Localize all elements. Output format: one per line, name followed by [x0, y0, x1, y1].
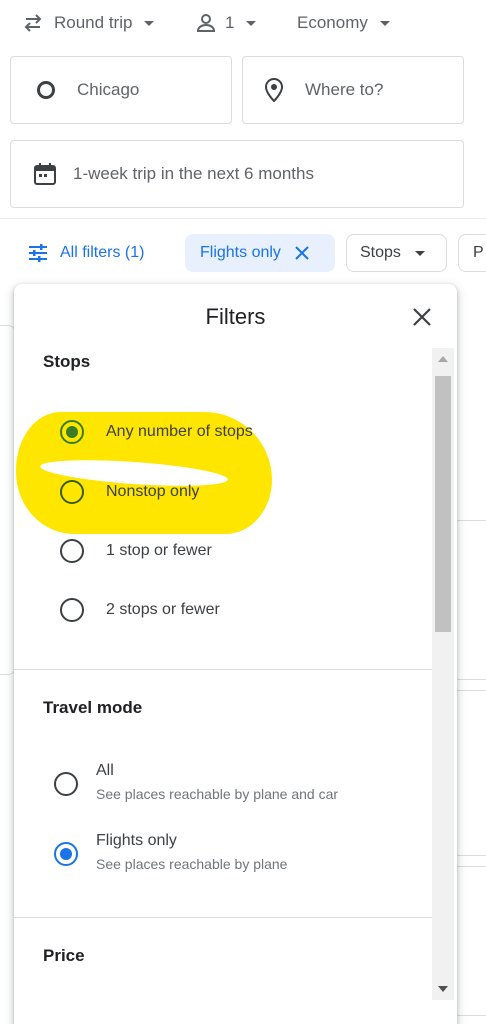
chevron-down-icon — [144, 20, 155, 26]
price-chip-label: P — [473, 244, 484, 261]
radio-button[interactable] — [60, 539, 84, 563]
location-pin-icon — [265, 78, 283, 102]
travel-mode-option-description: See places reachable by plane — [96, 856, 288, 872]
flights-only-chip[interactable]: Flights only — [185, 234, 335, 272]
stops-section-title: Stops — [43, 352, 91, 371]
scroll-down-arrow-icon[interactable] — [438, 986, 448, 992]
travel-mode-option-label: All — [96, 762, 114, 779]
chevron-down-icon — [379, 20, 390, 26]
travel-mode-option-all[interactable]: All See places reachable by plane and ca… — [54, 762, 338, 802]
trip-type-label: Round trip — [54, 13, 133, 32]
section-divider — [14, 917, 432, 918]
price-chip-partial[interactable]: P — [458, 234, 486, 272]
travel-mode-option-flights-only[interactable]: Flights only See places reachable by pla… — [54, 832, 287, 872]
dates-value: 1-week trip in the next 6 months — [73, 164, 314, 183]
close-x-icon[interactable] — [295, 246, 309, 260]
close-icon — [413, 308, 431, 326]
radio-button[interactable] — [60, 480, 84, 504]
stops-option-label: Any number of stops — [106, 423, 253, 440]
radio-button[interactable] — [54, 772, 78, 796]
all-filters-button[interactable]: All filters (1) — [28, 234, 144, 272]
stops-option-1-stop[interactable]: 1 stop or fewer — [60, 539, 212, 563]
travel-mode-option-label: Flights only — [96, 832, 177, 849]
swap-arrows-icon — [20, 14, 46, 32]
travel-mode-option-description: See places reachable by plane and car — [96, 786, 339, 802]
trip-options-row: Round trip 1 Economy — [0, 0, 486, 46]
origin-value: Chicago — [77, 80, 140, 99]
stops-option-2-stops[interactable]: 2 stops or fewer — [60, 598, 220, 622]
origin-field[interactable]: Chicago — [10, 56, 232, 124]
destination-placeholder: Where to? — [305, 80, 384, 99]
all-filters-label: All filters (1) — [60, 244, 145, 261]
stops-option-label: Nonstop only — [106, 483, 200, 500]
stops-option-label: 1 stop or fewer — [106, 542, 212, 559]
person-icon — [193, 13, 219, 33]
chevron-down-icon — [414, 250, 425, 256]
stops-chip-label: Stops — [360, 244, 401, 261]
filter-chip-row: All filters (1) Flights only Stops P — [0, 232, 486, 276]
passenger-count: 1 — [225, 13, 235, 32]
search-divider — [0, 218, 486, 219]
calendar-icon — [33, 162, 57, 186]
tune-sliders-icon — [28, 244, 48, 262]
stops-chip[interactable]: Stops — [346, 234, 447, 272]
close-dialog-button[interactable] — [409, 304, 435, 330]
flights-only-chip-label: Flights only — [200, 244, 281, 261]
section-divider — [14, 669, 432, 670]
chevron-down-icon — [246, 20, 257, 26]
dates-field[interactable]: 1-week trip in the next 6 months — [10, 140, 464, 208]
stops-option-label: 2 stops or fewer — [106, 601, 220, 618]
stops-option-nonstop-overlay[interactable]: Nonstop only — [60, 480, 199, 504]
passengers-dropdown[interactable]: 1 — [193, 10, 257, 36]
cabin-class-dropdown[interactable]: Economy — [297, 10, 390, 36]
scrollbar-thumb[interactable] — [435, 376, 451, 632]
cabin-class-label: Economy — [297, 13, 368, 32]
travel-mode-section-title: Travel mode — [43, 698, 143, 717]
scroll-up-arrow-icon[interactable] — [438, 356, 448, 362]
price-section-title: Price — [43, 946, 85, 965]
filters-dialog: Filters Stops Any number of stops Nonsto… — [14, 284, 457, 1024]
trip-type-dropdown[interactable]: Round trip — [20, 10, 155, 36]
destination-field[interactable]: Where to? — [242, 56, 464, 124]
radio-button[interactable] — [60, 598, 84, 622]
dialog-scrollbar[interactable] — [432, 348, 454, 1000]
radio-button[interactable] — [54, 842, 78, 866]
radio-button[interactable] — [60, 420, 84, 444]
circle-origin-icon — [37, 81, 55, 99]
dialog-title: Filters — [205, 304, 266, 329]
stops-option-any-overlay[interactable]: Any number of stops — [60, 420, 253, 444]
